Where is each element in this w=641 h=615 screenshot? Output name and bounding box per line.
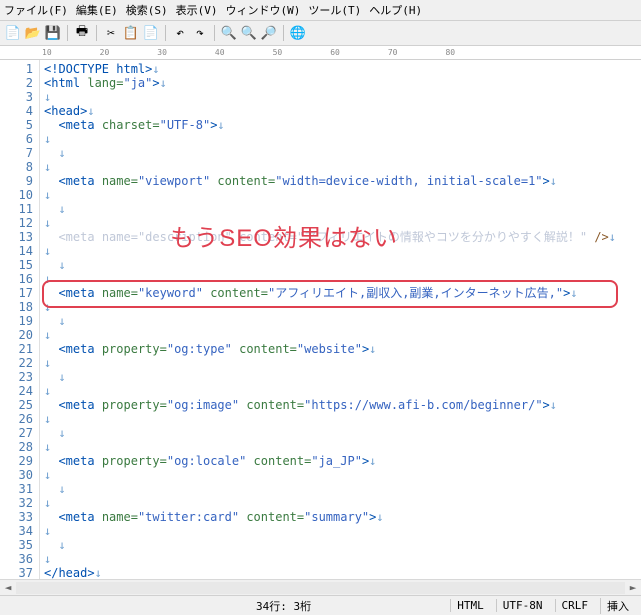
code-line[interactable]: ↓ — [44, 426, 637, 440]
code-line[interactable]: ↓ — [44, 482, 637, 496]
code-line[interactable]: <meta name="twitter:card" content="summa… — [44, 510, 637, 524]
code-line[interactable]: <!DOCTYPE html>↓ — [44, 62, 637, 76]
code-line[interactable]: <meta charset="UTF-8">↓ — [44, 118, 637, 132]
code-line[interactable]: ↓ — [44, 440, 637, 454]
code-line[interactable]: ↓ — [44, 300, 637, 314]
ruler: 10 20 30 40 50 60 70 80 — [0, 46, 641, 60]
line-number-gutter: 1234567891011121314151617181920212223242… — [0, 60, 40, 579]
separator — [214, 25, 215, 41]
code-line[interactable]: ↓ — [44, 160, 637, 174]
code-line[interactable]: <meta name="description" content="アフィリエイ… — [44, 230, 637, 244]
code-line[interactable]: ↓ — [44, 202, 637, 216]
status-mode: HTML — [450, 599, 490, 612]
code-line[interactable]: ↓ — [44, 328, 637, 342]
save-icon[interactable]: 💾 — [44, 24, 62, 42]
code-line[interactable]: <meta name="viewport" content="width=dev… — [44, 174, 637, 188]
code-line[interactable]: ↓ — [44, 314, 637, 328]
code-line[interactable]: ↓ — [44, 496, 637, 510]
copy-icon[interactable]: 📋 — [122, 24, 140, 42]
code-line[interactable]: ↓ — [44, 370, 637, 384]
status-position: 34行: 3桁 — [256, 598, 311, 614]
code-line[interactable]: <meta property="og:locale" content="ja_J… — [44, 454, 637, 468]
code-line[interactable]: ↓ — [44, 384, 637, 398]
editor[interactable]: 1234567891011121314151617181920212223242… — [0, 60, 641, 579]
separator — [165, 25, 166, 41]
status-bar: 34行: 3桁 HTML UTF-8N CRLF 挿入 — [0, 595, 641, 615]
paste-icon[interactable]: 📄 — [142, 24, 160, 42]
new-file-icon[interactable]: 📄 — [4, 24, 22, 42]
code-line[interactable]: ↓ — [44, 132, 637, 146]
code-line[interactable]: ↓ — [44, 146, 637, 160]
code-line[interactable]: ↓ — [44, 356, 637, 370]
search-next-icon[interactable]: 🔍 — [240, 24, 258, 42]
code-line[interactable]: ↓ — [44, 244, 637, 258]
status-encoding: UTF-8N — [496, 599, 549, 612]
menu-file[interactable]: ファイル(F) — [4, 2, 68, 18]
code-line[interactable]: ↓ — [44, 524, 637, 538]
separator — [283, 25, 284, 41]
replace-icon[interactable]: 🔎 — [260, 24, 278, 42]
menu-window[interactable]: ウィンドウ(W) — [226, 2, 301, 18]
code-line[interactable]: <meta property="og:image" content="https… — [44, 398, 637, 412]
code-line[interactable]: <meta name="keyword" content="アフィリエイト,副収… — [44, 286, 637, 300]
print-icon[interactable]: 🖶 — [73, 24, 91, 42]
horizontal-scrollbar[interactable]: ◄ ► — [0, 579, 641, 595]
code-line[interactable]: ↓ — [44, 412, 637, 426]
code-line[interactable]: ↓ — [44, 552, 637, 566]
code-line[interactable]: <head>↓ — [44, 104, 637, 118]
menu-bar: ファイル(F) 編集(E) 検索(S) 表示(V) ウィンドウ(W) ツール(T… — [0, 0, 641, 21]
menu-tool[interactable]: ツール(T) — [308, 2, 361, 18]
code-line[interactable]: <meta property="og:type" content="websit… — [44, 342, 637, 356]
separator — [96, 25, 97, 41]
browser-icon[interactable]: 🌐 — [289, 24, 307, 42]
menu-edit[interactable]: 編集(E) — [76, 2, 118, 18]
search-icon[interactable]: 🔍 — [220, 24, 238, 42]
undo-icon[interactable]: ↶ — [171, 24, 189, 42]
code-line[interactable]: ↓ — [44, 90, 637, 104]
code-line[interactable]: ↓ — [44, 272, 637, 286]
open-file-icon[interactable]: 📂 — [24, 24, 42, 42]
menu-view[interactable]: 表示(V) — [176, 2, 218, 18]
scroll-track[interactable] — [16, 582, 625, 594]
code-line[interactable]: ↓ — [44, 538, 637, 552]
code-line[interactable]: <html lang="ja">↓ — [44, 76, 637, 90]
code-area[interactable]: <!DOCTYPE html>↓<html lang="ja">↓↓<head>… — [40, 60, 641, 579]
code-line[interactable]: ↓ — [44, 468, 637, 482]
status-eol: CRLF — [555, 599, 595, 612]
cut-icon[interactable]: ✂ — [102, 24, 120, 42]
separator — [67, 25, 68, 41]
status-insert: 挿入 — [600, 598, 635, 614]
menu-help[interactable]: ヘルプ(H) — [369, 2, 422, 18]
redo-icon[interactable]: ↷ — [191, 24, 209, 42]
code-line[interactable]: ↓ — [44, 216, 637, 230]
code-line[interactable]: ↓ — [44, 258, 637, 272]
menu-search[interactable]: 検索(S) — [126, 2, 168, 18]
scroll-left-icon[interactable]: ◄ — [0, 581, 16, 594]
scroll-right-icon[interactable]: ► — [625, 581, 641, 594]
code-line[interactable]: </head>↓ — [44, 566, 637, 579]
code-line[interactable]: ↓ — [44, 188, 637, 202]
toolbar: 📄 📂 💾 🖶 ✂ 📋 📄 ↶ ↷ 🔍 🔍 🔎 🌐 — [0, 21, 641, 46]
